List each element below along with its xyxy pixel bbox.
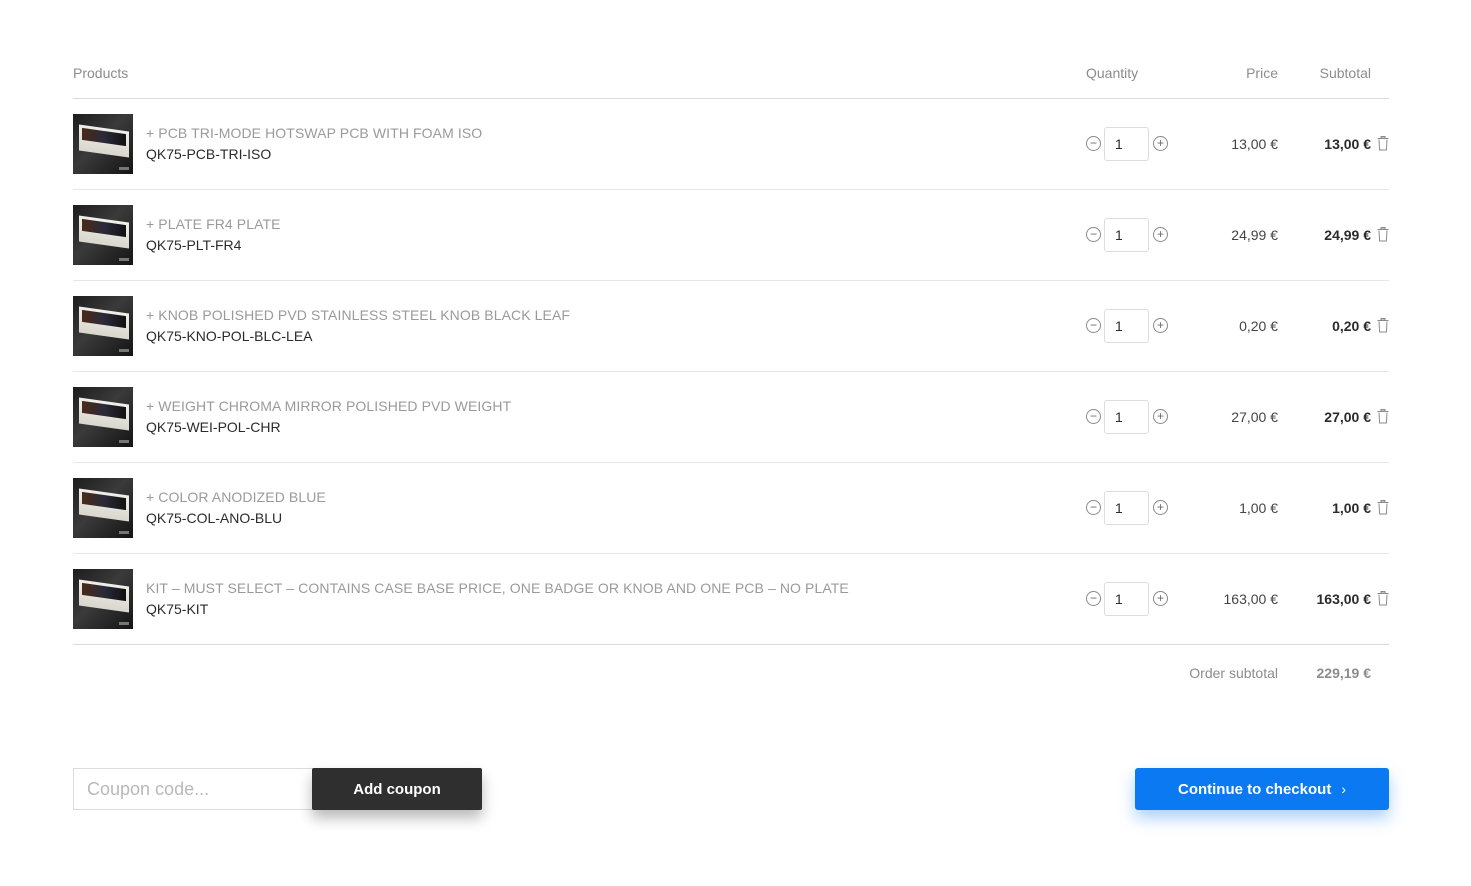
product-sku: QK75-PLT-FR4 — [146, 237, 242, 253]
product-name[interactable]: + PCB TRI-MODE HOTSWAP PCB WITH FOAM ISO — [146, 125, 482, 141]
coupon-code-input[interactable] — [73, 768, 313, 810]
product-thumbnail[interactable] — [73, 478, 133, 538]
row-subtotal: 163,00 € — [1316, 591, 1372, 607]
quantity-stepper: − + — [1086, 218, 1176, 252]
header-products: Products — [73, 65, 129, 81]
trash-icon[interactable] — [1377, 409, 1389, 424]
coupon-form: Add coupon — [73, 768, 483, 810]
table-header: Products Quantity Price Subtotal — [73, 62, 1389, 99]
trash-icon[interactable] — [1377, 318, 1389, 333]
plus-circle-icon[interactable]: + — [1153, 409, 1168, 424]
minus-circle-icon[interactable]: − — [1086, 136, 1101, 151]
minus-circle-icon[interactable]: − — [1086, 591, 1101, 606]
unit-price: 27,00 € — [1231, 409, 1278, 425]
table-row: + PCB TRI-MODE HOTSWAP PCB WITH FOAM ISO… — [73, 99, 1389, 190]
plus-circle-icon[interactable]: + — [1153, 591, 1168, 606]
cart-rows: + PCB TRI-MODE HOTSWAP PCB WITH FOAM ISO… — [73, 99, 1389, 645]
product-thumbnail[interactable] — [73, 114, 133, 174]
plus-circle-icon[interactable]: + — [1153, 500, 1168, 515]
product-sku: QK75-WEI-POL-CHR — [146, 419, 281, 435]
header-price: Price — [1246, 65, 1278, 81]
add-coupon-button[interactable]: Add coupon — [312, 768, 482, 810]
row-subtotal: 24,99 € — [1324, 227, 1371, 243]
order-subtotal-label: Order subtotal — [1189, 665, 1278, 681]
product-name[interactable]: + COLOR ANODIZED BLUE — [146, 489, 326, 505]
table-row: KIT – MUST SELECT – CONTAINS CASE BASE P… — [73, 554, 1389, 645]
minus-circle-icon[interactable]: − — [1086, 318, 1101, 333]
trash-icon[interactable] — [1377, 136, 1389, 151]
quantity-stepper: − + — [1086, 127, 1176, 161]
unit-price: 1,00 € — [1239, 500, 1278, 516]
product-sku: QK75-KIT — [146, 601, 209, 617]
trash-icon[interactable] — [1377, 227, 1389, 242]
unit-price: 0,20 € — [1239, 318, 1278, 334]
plus-circle-icon[interactable]: + — [1153, 136, 1168, 151]
row-subtotal: 13,00 € — [1324, 136, 1371, 152]
product-thumbnail[interactable] — [73, 296, 133, 356]
quantity-input[interactable] — [1104, 127, 1149, 161]
checkout-label: Continue to checkout — [1177, 780, 1332, 798]
table-row: + PLATE FR4 PLATE QK75-PLT-FR4 − + 24,99… — [73, 190, 1389, 281]
product-sku: QK75-PCB-TRI-ISO — [146, 146, 272, 162]
row-subtotal: 27,00 € — [1324, 409, 1371, 425]
quantity-input[interactable] — [1104, 218, 1149, 252]
plus-circle-icon[interactable]: + — [1153, 318, 1168, 333]
table-row: + WEIGHT CHROMA MIRROR POLISHED PVD WEIG… — [73, 372, 1389, 463]
product-name[interactable]: + WEIGHT CHROMA MIRROR POLISHED PVD WEIG… — [146, 398, 511, 414]
product-name[interactable]: KIT – MUST SELECT – CONTAINS CASE BASE P… — [146, 580, 849, 596]
order-subtotal-value: 229,19 € — [1316, 665, 1372, 681]
quantity-input[interactable] — [1104, 582, 1149, 616]
trash-icon[interactable] — [1377, 500, 1389, 515]
table-row: + COLOR ANODIZED BLUE QK75-COL-ANO-BLU −… — [73, 463, 1389, 554]
quantity-input[interactable] — [1104, 400, 1149, 434]
quantity-stepper: − + — [1086, 309, 1176, 343]
chevron-right-icon: › — [1341, 780, 1346, 797]
unit-price: 24,99 € — [1231, 227, 1278, 243]
product-thumbnail[interactable] — [73, 569, 133, 629]
product-thumbnail[interactable] — [73, 205, 133, 265]
header-quantity: Quantity — [1086, 65, 1139, 81]
unit-price: 163,00 € — [1223, 591, 1279, 607]
quantity-stepper: − + — [1086, 582, 1176, 616]
quantity-input[interactable] — [1104, 491, 1149, 525]
product-sku: QK75-COL-ANO-BLU — [146, 510, 283, 526]
row-subtotal: 0,20 € — [1332, 318, 1371, 334]
row-subtotal: 1,00 € — [1332, 500, 1371, 516]
plus-circle-icon[interactable]: + — [1153, 227, 1168, 242]
table-row: + KNOB POLISHED PVD STAINLESS STEEL KNOB… — [73, 281, 1389, 372]
minus-circle-icon[interactable]: − — [1086, 227, 1101, 242]
quantity-stepper: − + — [1086, 491, 1176, 525]
unit-price: 13,00 € — [1231, 136, 1278, 152]
trash-icon[interactable] — [1377, 591, 1389, 606]
product-thumbnail[interactable] — [73, 387, 133, 447]
product-name[interactable]: + KNOB POLISHED PVD STAINLESS STEEL KNOB… — [146, 307, 570, 323]
product-name[interactable]: + PLATE FR4 PLATE — [146, 216, 281, 232]
quantity-stepper: − + — [1086, 400, 1176, 434]
product-sku: QK75-KNO-POL-BLC-LEA — [146, 328, 313, 344]
minus-circle-icon[interactable]: − — [1086, 409, 1101, 424]
minus-circle-icon[interactable]: − — [1086, 500, 1101, 515]
continue-to-checkout-button[interactable]: Continue to checkout › — [1135, 768, 1389, 810]
header-subtotal: Subtotal — [1319, 65, 1371, 81]
quantity-input[interactable] — [1104, 309, 1149, 343]
